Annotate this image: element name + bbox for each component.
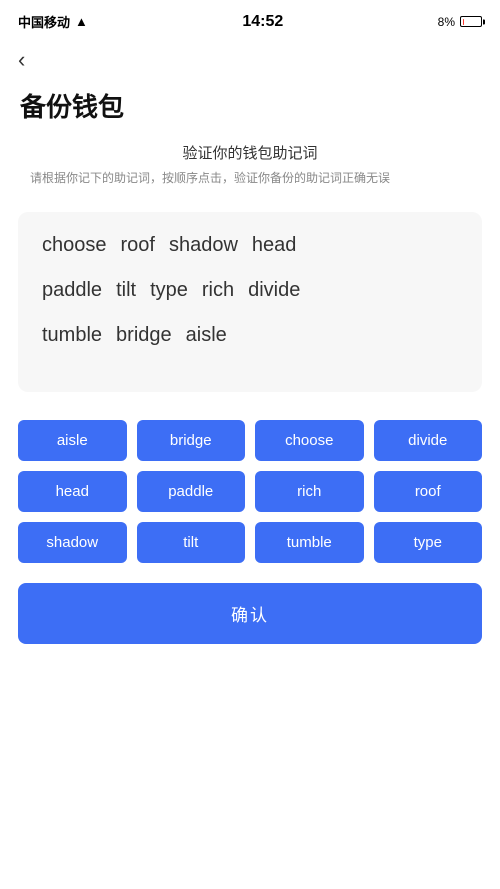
word-slot: head (252, 234, 297, 257)
word-row-2: paddle tilt type rich divide (42, 279, 458, 302)
confirm-btn-wrap: 确认 (0, 563, 500, 674)
wifi-icon: ▲ (75, 14, 88, 29)
word-chips-grid: aisle bridge choose divide head paddle r… (18, 420, 482, 563)
status-left: 中国移动 ▲ (18, 12, 88, 31)
word-slot: paddle (42, 279, 102, 302)
status-right: 8% (438, 15, 482, 29)
word-slot: aisle (186, 324, 227, 347)
word-slot: choose (42, 234, 107, 257)
page-title: 备份钱包 (0, 79, 500, 142)
word-slot: shadow (169, 234, 238, 257)
chip-tumble[interactable]: tumble (255, 522, 364, 563)
back-button[interactable]: ‹ (0, 37, 500, 79)
subtitle-desc: 请根据你记下的助记词，按顺序点击，验证你备份的助记词正确无误 (20, 169, 480, 188)
word-chips-section: aisle bridge choose divide head paddle r… (0, 406, 500, 563)
chip-aisle[interactable]: aisle (18, 420, 127, 461)
chip-divide[interactable]: divide (374, 420, 483, 461)
status-time: 14:52 (242, 13, 283, 31)
chip-shadow[interactable]: shadow (18, 522, 127, 563)
confirm-button[interactable]: 确认 (18, 583, 482, 644)
word-row-1: choose roof shadow head (42, 234, 458, 257)
word-slot: bridge (116, 324, 172, 347)
chip-roof[interactable]: roof (374, 471, 483, 512)
battery-percent: 8% (438, 15, 455, 29)
chip-head[interactable]: head (18, 471, 127, 512)
chip-tilt[interactable]: tilt (137, 522, 246, 563)
word-row-3: tumble bridge aisle (42, 324, 458, 347)
status-bar: 中国移动 ▲ 14:52 8% (0, 0, 500, 37)
word-slot: rich (202, 279, 234, 302)
carrier-label: 中国移动 (18, 12, 70, 31)
chip-bridge[interactable]: bridge (137, 420, 246, 461)
battery-icon (460, 16, 482, 27)
word-slot: type (150, 279, 188, 302)
chip-paddle[interactable]: paddle (137, 471, 246, 512)
chip-type[interactable]: type (374, 522, 483, 563)
chip-rich[interactable]: rich (255, 471, 364, 512)
word-slot: tumble (42, 324, 102, 347)
word-slot: roof (121, 234, 155, 257)
subtitle-main: 验证你的钱包助记词 (20, 142, 480, 163)
word-slot: tilt (116, 279, 136, 302)
word-slot: divide (248, 279, 300, 302)
subtitle-section: 验证你的钱包助记词 请根据你记下的助记词，按顺序点击，验证你备份的助记词正确无误 (0, 142, 500, 198)
word-display-area: choose roof shadow head paddle tilt type… (18, 212, 482, 392)
chip-choose[interactable]: choose (255, 420, 364, 461)
